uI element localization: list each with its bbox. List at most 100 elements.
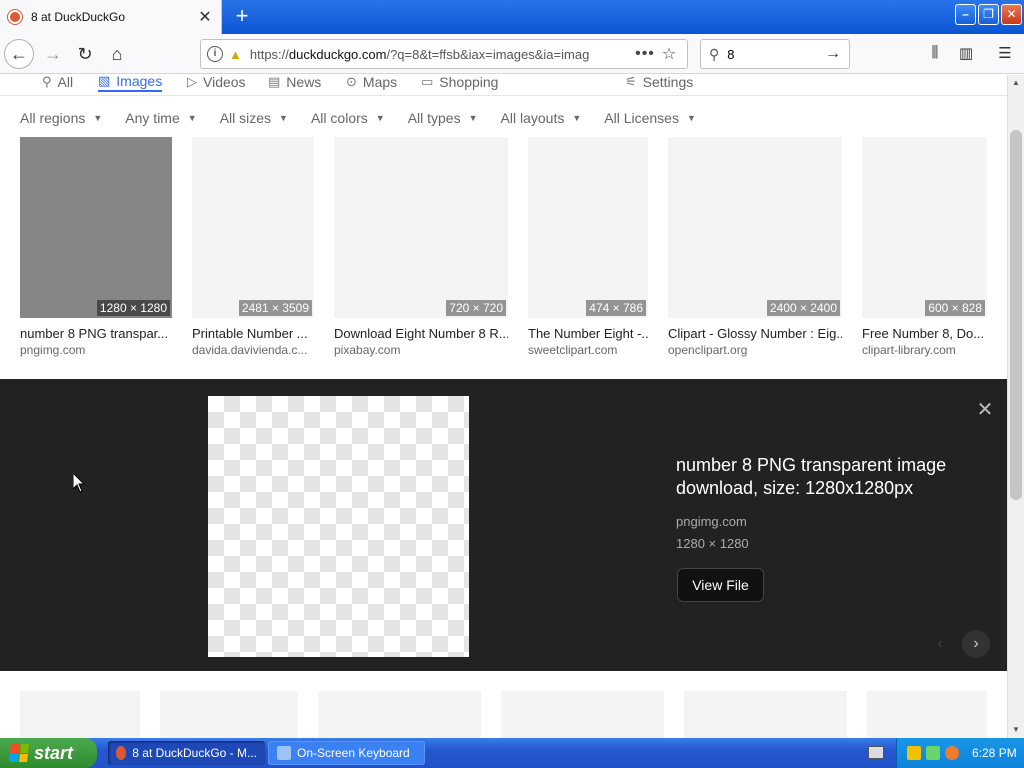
detail-size: 1280 × 1280 bbox=[676, 536, 749, 551]
tab-videos[interactable]: ▷ Videos bbox=[187, 75, 246, 92]
image-thumbnail[interactable] bbox=[867, 691, 987, 738]
image-result[interactable]: 2400 × 2400 Clipart - Glossy Number : Ei… bbox=[668, 137, 842, 357]
back-button[interactable]: ← bbox=[4, 39, 34, 69]
image-result[interactable]: 720 × 720 Download Eight Number 8 R... p… bbox=[334, 137, 508, 357]
scroll-up-arrow-icon[interactable]: ▲ bbox=[1008, 75, 1024, 91]
shopping-bag-icon: ▭ bbox=[421, 75, 434, 89]
restore-window-button[interactable]: ❐ bbox=[978, 4, 999, 25]
image-result[interactable]: 2481 × 3509 Printable Number ... davida.… bbox=[192, 137, 314, 357]
image-dimensions: 2400 × 2400 bbox=[766, 300, 840, 316]
caret-down-icon: ▼ bbox=[572, 113, 582, 123]
image-source[interactable]: pixabay.com bbox=[334, 343, 508, 357]
taskbar-item-label: On-Screen Keyboard bbox=[297, 746, 410, 760]
start-button[interactable]: start bbox=[0, 738, 97, 768]
image-source[interactable]: sweetclipart.com bbox=[528, 343, 648, 357]
reload-button[interactable]: ↻ bbox=[70, 39, 100, 69]
browser-search-bar[interactable]: ⚲ → bbox=[700, 39, 850, 69]
filter-time[interactable]: Any time ▼ bbox=[125, 109, 196, 127]
close-tab-icon[interactable]: ✕ bbox=[197, 7, 213, 27]
tab-label: Images bbox=[116, 75, 163, 89]
page-scrollbar[interactable]: ▲ ▼ bbox=[1007, 75, 1024, 738]
image-source[interactable]: openclipart.org bbox=[668, 343, 842, 357]
tab-all[interactable]: ⚲ All bbox=[42, 75, 73, 92]
sidebar-icon[interactable]: ▥ bbox=[955, 44, 977, 64]
filter-label: All types bbox=[407, 110, 461, 126]
image-thumbnail[interactable]: 600 × 828 bbox=[862, 137, 987, 318]
image-thumbnail[interactable] bbox=[318, 691, 481, 738]
tab-shopping[interactable]: ▭ Shopping bbox=[421, 75, 498, 92]
page-actions-icon[interactable]: ••• bbox=[633, 45, 657, 63]
home-button[interactable]: ⌂ bbox=[102, 39, 132, 69]
next-image-button[interactable]: › bbox=[962, 630, 990, 658]
tab-maps[interactable]: ⊙ Maps bbox=[346, 75, 397, 92]
filter-region[interactable]: All regions ▼ bbox=[20, 109, 102, 127]
filter-license[interactable]: All Licenses ▼ bbox=[604, 109, 696, 127]
site-info-icon[interactable]: i bbox=[207, 46, 223, 62]
network-icon[interactable] bbox=[926, 746, 940, 760]
news-icon: ▤ bbox=[268, 75, 281, 89]
image-caption[interactable]: Printable Number ... bbox=[192, 326, 314, 341]
image-thumbnail[interactable] bbox=[160, 691, 298, 738]
detail-title: number 8 PNG transparent image download,… bbox=[676, 455, 947, 498]
url-text[interactable]: https://duckduckgo.com/?q=8&t=ffsb&iax=i… bbox=[250, 47, 633, 62]
tab-label: All bbox=[57, 75, 74, 90]
settings-link[interactable]: ⚟ Settings bbox=[625, 75, 693, 92]
close-detail-icon[interactable]: ✕ bbox=[975, 400, 995, 420]
language-keyboard-icon[interactable] bbox=[868, 746, 884, 759]
search-go-arrow-icon[interactable]: → bbox=[825, 45, 841, 63]
image-thumbnail[interactable]: 2481 × 3509 bbox=[192, 137, 314, 318]
caret-down-icon: ▼ bbox=[686, 113, 696, 123]
image-thumbnail[interactable] bbox=[20, 691, 140, 738]
image-caption[interactable]: Download Eight Number 8 R... bbox=[334, 326, 508, 341]
hamburger-menu-icon[interactable]: ☰ bbox=[994, 44, 1016, 64]
image-caption[interactable]: number 8 PNG transpar... bbox=[20, 326, 172, 341]
image-caption[interactable]: Free Number 8, Do... bbox=[862, 326, 987, 341]
browser-search-input[interactable] bbox=[727, 46, 825, 62]
image-source[interactable]: pngimg.com bbox=[20, 343, 172, 357]
detail-source[interactable]: pngimg.com bbox=[676, 514, 747, 529]
browser-title-bar: 8 at DuckDuckGo ✕ + – ❐ ✕ bbox=[0, 0, 1024, 34]
filter-label: All layouts bbox=[500, 110, 565, 126]
image-thumbnail[interactable]: 474 × 786 bbox=[528, 137, 648, 318]
taskbar-item-firefox[interactable]: 8 at DuckDuckGo - M... bbox=[108, 741, 265, 765]
image-source[interactable]: davida.davivienda.c... bbox=[192, 343, 314, 357]
scroll-down-arrow-icon[interactable]: ▼ bbox=[1008, 722, 1024, 738]
close-window-button[interactable]: ✕ bbox=[1001, 4, 1022, 25]
previous-image-button[interactable]: ‹ bbox=[926, 630, 954, 658]
filter-color[interactable]: All colors ▼ bbox=[311, 109, 385, 127]
duckduckgo-favicon-icon bbox=[8, 10, 22, 24]
tab-news[interactable]: ▤ News bbox=[268, 75, 321, 92]
image-thumbnail[interactable] bbox=[684, 691, 847, 738]
image-source[interactable]: clipart-library.com bbox=[862, 343, 987, 357]
bookmark-star-icon[interactable]: ☆ bbox=[657, 44, 681, 64]
view-file-button[interactable]: View File bbox=[677, 568, 764, 602]
settings-sliders-icon: ⚟ bbox=[625, 75, 637, 89]
image-result[interactable]: 1280 × 1280 number 8 PNG transpar... png… bbox=[20, 137, 172, 357]
image-result[interactable]: 474 × 786 The Number Eight -... sweetcli… bbox=[528, 137, 648, 357]
forward-button[interactable]: → bbox=[38, 39, 68, 69]
filter-type[interactable]: All types ▼ bbox=[408, 109, 478, 127]
browser-tab[interactable]: 8 at DuckDuckGo ✕ bbox=[0, 0, 222, 34]
taskbar-item-on-screen-keyboard[interactable]: On-Screen Keyboard bbox=[268, 741, 425, 765]
image-caption[interactable]: The Number Eight -... bbox=[528, 326, 648, 341]
scrollbar-thumb[interactable] bbox=[1010, 130, 1022, 500]
map-pin-icon: ⊙ bbox=[346, 75, 357, 89]
image-caption[interactable]: Clipart - Glossy Number : Eig... bbox=[668, 326, 842, 341]
minimize-window-button[interactable]: – bbox=[955, 4, 976, 25]
search-tray-icon[interactable] bbox=[945, 746, 959, 760]
library-icon[interactable]: ⫼ bbox=[924, 44, 946, 64]
image-thumbnail[interactable]: 2400 × 2400 bbox=[668, 137, 842, 318]
tab-images[interactable]: ▧ Images bbox=[98, 75, 163, 92]
image-thumbnail[interactable] bbox=[501, 691, 664, 738]
filter-layout[interactable]: All layouts ▼ bbox=[501, 109, 582, 127]
filter-size[interactable]: All sizes ▼ bbox=[220, 109, 288, 127]
new-tab-button[interactable]: + bbox=[230, 3, 254, 29]
url-bar[interactable]: i ▲ https://duckduckgo.com/?q=8&t=ffsb&i… bbox=[200, 39, 688, 69]
filter-label: Any time bbox=[125, 110, 180, 126]
image-preview[interactable] bbox=[208, 396, 469, 657]
security-shield-icon[interactable] bbox=[907, 746, 921, 760]
image-thumbnail[interactable]: 720 × 720 bbox=[334, 137, 508, 318]
warning-lock-icon[interactable]: ▲ bbox=[229, 47, 242, 62]
image-thumbnail[interactable]: 1280 × 1280 bbox=[20, 137, 172, 318]
image-result[interactable]: 600 × 828 Free Number 8, Do... clipart-l… bbox=[862, 137, 987, 357]
